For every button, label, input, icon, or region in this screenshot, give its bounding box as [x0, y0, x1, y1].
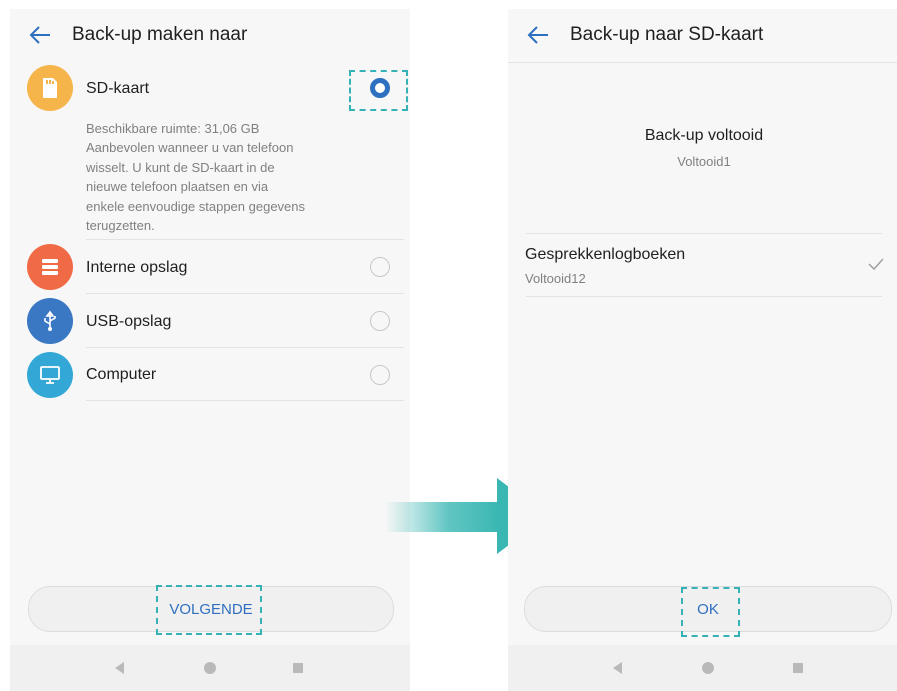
navigation-bar — [508, 645, 897, 691]
backup-destination-screen: Back-up maken naar SD-kaart Beschikbare … — [10, 9, 410, 691]
nav-home-icon[interactable] — [204, 662, 216, 674]
option-label-internal-storage[interactable]: Interne opslag — [86, 259, 187, 277]
computer-radio[interactable] — [370, 365, 390, 385]
backup-item-title: Gesprekkenlogboeken — [525, 246, 686, 263]
button-highlight — [681, 587, 740, 637]
divider — [526, 296, 882, 297]
divider — [86, 400, 404, 401]
page-title: Back-up naar SD-kaart — [570, 24, 764, 45]
header: Back-up naar SD-kaart — [508, 9, 897, 61]
page-title: Back-up maken naar — [72, 24, 248, 45]
sd-card-description: Aanbevolen wanneer u van telefoon wissel… — [86, 140, 306, 233]
back-arrow-icon[interactable] — [16, 9, 64, 61]
divider — [86, 293, 404, 294]
nav-recent-icon[interactable] — [293, 663, 303, 673]
nav-back-icon[interactable] — [115, 662, 124, 674]
nav-home-icon[interactable] — [702, 662, 714, 674]
button-highlight — [156, 585, 262, 635]
selection-highlight — [349, 70, 408, 111]
checkmark-icon — [867, 257, 885, 276]
header: Back-up maken naar — [10, 9, 410, 61]
divider — [526, 233, 882, 234]
internal-storage-radio[interactable] — [370, 257, 390, 277]
sd-card-icon — [27, 65, 73, 111]
header-divider — [508, 62, 897, 63]
option-label-computer[interactable]: Computer — [86, 366, 156, 384]
usb-storage-radio[interactable] — [370, 311, 390, 331]
nav-recent-icon[interactable] — [793, 663, 803, 673]
backup-item-status: Voltooid12 — [525, 271, 586, 286]
divider — [86, 239, 404, 240]
monitor-icon — [27, 352, 73, 398]
option-label-sd-card[interactable]: SD-kaart — [86, 80, 149, 98]
status-title: Back-up voltooid — [644, 127, 764, 144]
nav-back-icon[interactable] — [613, 662, 622, 674]
backup-complete-screen: Back-up naar SD-kaart Back-up voltooid V… — [508, 9, 897, 691]
usb-icon — [27, 298, 73, 344]
storage-icon — [27, 244, 73, 290]
available-space-text: Beschikbare ruimte: 31,06 GB — [86, 121, 260, 136]
back-arrow-icon[interactable] — [514, 9, 562, 61]
status-subtitle: Voltooid1 — [677, 154, 731, 169]
divider — [86, 347, 404, 348]
option-label-usb-storage[interactable]: USB-opslag — [86, 313, 171, 331]
navigation-bar — [10, 645, 410, 691]
